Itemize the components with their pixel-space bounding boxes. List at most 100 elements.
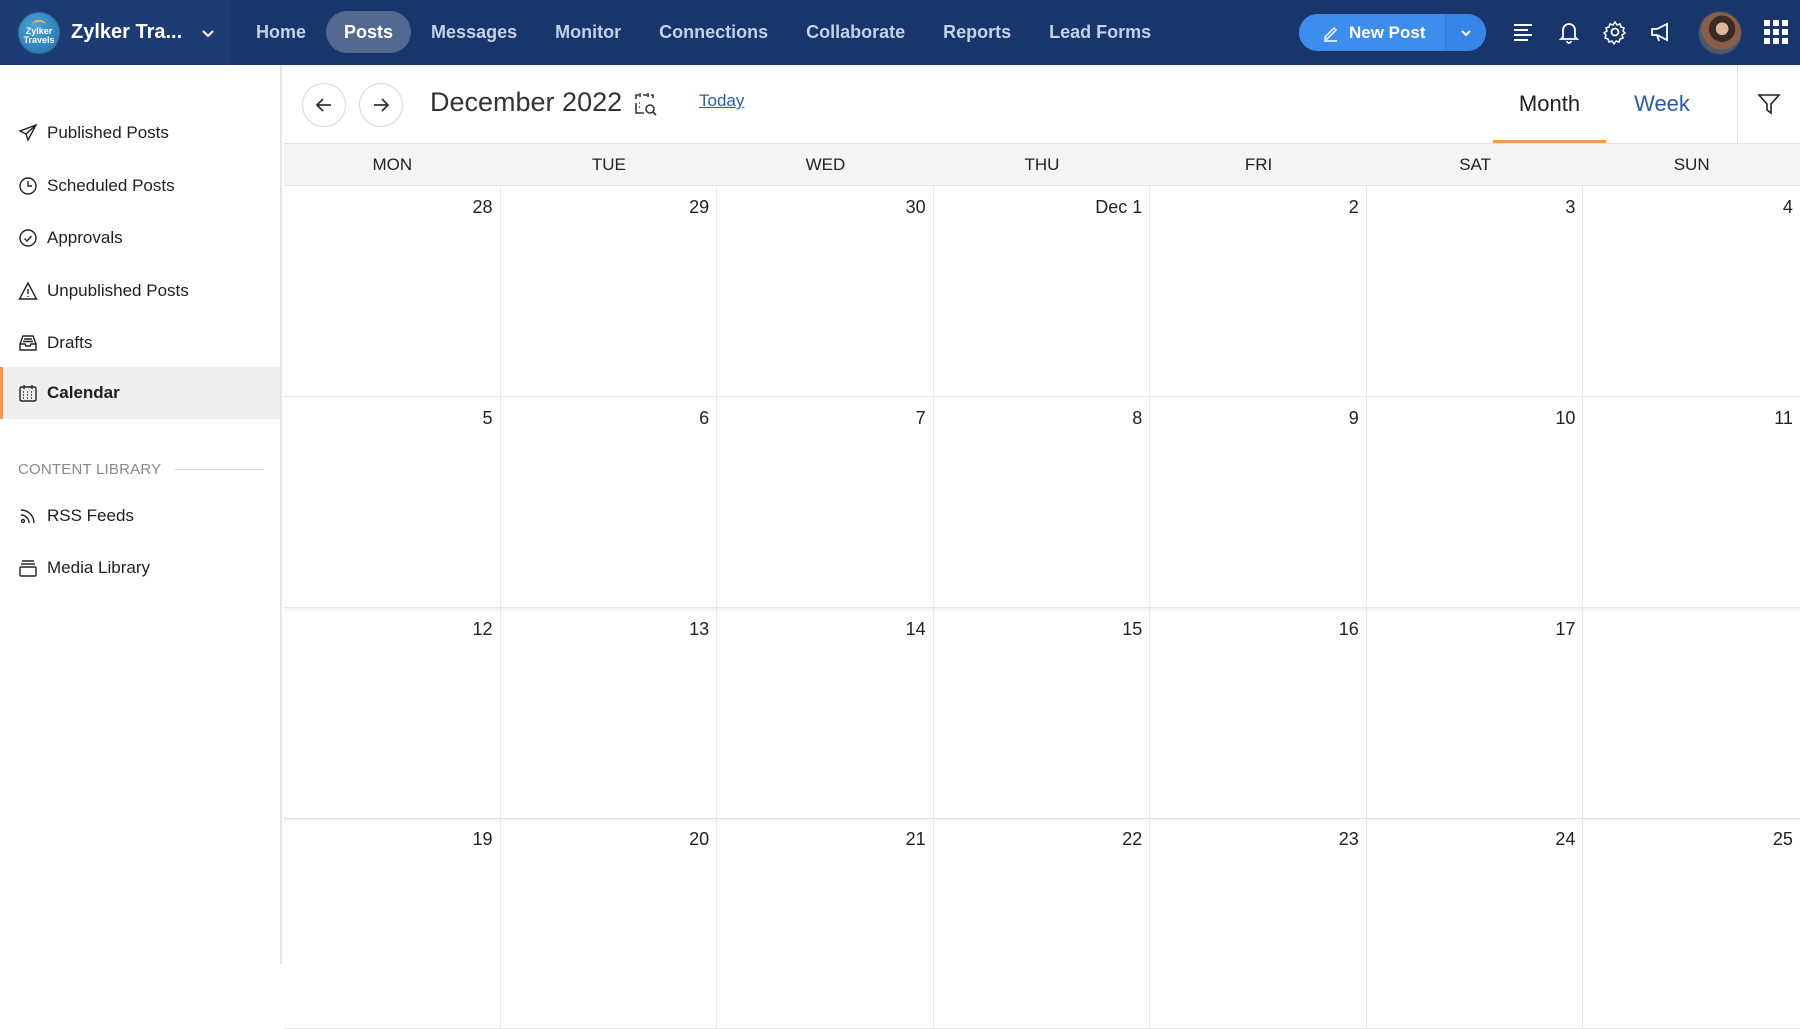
day-cell[interactable]: 4 (1583, 186, 1800, 396)
sidebar-item-label: Approvals (47, 228, 123, 247)
day-number: 5 (482, 408, 493, 428)
megaphone-icon[interactable] (1648, 19, 1674, 45)
day-cell[interactable]: 5 (284, 397, 501, 607)
day-cell[interactable]: 6 (501, 397, 718, 607)
user-avatar[interactable] (1698, 11, 1742, 55)
check-circle-icon (19, 229, 37, 247)
arrow-right-icon (374, 98, 390, 112)
week-row: 5 6 7 8 9 10 11 (284, 397, 1800, 608)
today-link[interactable]: Today (699, 91, 744, 111)
weekday-header: MON TUE WED THU FRI SAT SUN (284, 143, 1800, 186)
sidebar: Published Posts Scheduled Posts Approval… (0, 65, 282, 964)
day-cell[interactable]: 2 (1150, 186, 1367, 396)
day-cell[interactable]: 12 (284, 608, 501, 818)
day-cell[interactable]: 10 (1367, 397, 1584, 607)
new-post-button[interactable]: New Post (1299, 14, 1445, 51)
day-number: 14 (905, 619, 926, 639)
day-cell[interactable]: Dec 1 (934, 186, 1151, 396)
date-search-icon[interactable] (632, 91, 660, 119)
day-cell[interactable]: 23 (1150, 818, 1367, 1028)
nav-monitor[interactable]: Monitor (537, 11, 639, 53)
day-cell[interactable]: 14 (717, 608, 934, 818)
pencil-icon (1324, 26, 1338, 42)
day-number: 28 (472, 197, 493, 217)
day-cell[interactable]: 25 (1583, 818, 1800, 1028)
sidebar-item-label: Media Library (47, 558, 150, 577)
weekday-label: FRI (1244, 155, 1273, 174)
day-cell[interactable]: 20 (501, 818, 718, 1028)
day-cell[interactable]: 9 (1150, 397, 1367, 607)
nav-home[interactable]: Home (238, 11, 324, 53)
day-cell[interactable]: 3 (1367, 186, 1584, 396)
tab-month-view[interactable]: Month (1493, 65, 1606, 143)
sidebar-item-approvals[interactable]: Approvals (0, 212, 280, 264)
day-number: 2 (1348, 197, 1359, 217)
day-cell[interactable]: 19 (284, 818, 501, 1028)
weekday-label: WED (805, 155, 846, 174)
brand-logo: Zylker Travels (18, 11, 60, 54)
sidebar-item-media-library[interactable]: Media Library (0, 542, 280, 594)
sidebar-item-unpublished-posts[interactable]: Unpublished Posts (0, 265, 280, 317)
inbox-icon (19, 335, 37, 351)
day-cell[interactable]: 29 (501, 186, 718, 396)
day-number: 10 (1555, 408, 1576, 428)
day-cell[interactable] (1583, 608, 1800, 818)
nav-reports[interactable]: Reports (925, 11, 1029, 53)
day-cell[interactable]: 8 (934, 397, 1151, 607)
day-cell[interactable]: 24 (1367, 818, 1584, 1028)
day-number: 16 (1338, 619, 1359, 639)
day-number: 23 (1338, 829, 1359, 849)
sidebar-item-published-posts[interactable]: Published Posts (0, 107, 280, 159)
nav-posts[interactable]: Posts (326, 11, 412, 53)
day-number: 24 (1555, 829, 1576, 849)
day-cell[interactable]: 21 (717, 818, 934, 1028)
new-post-dropdown-button[interactable] (1444, 14, 1486, 51)
next-month-button[interactable] (359, 83, 403, 127)
day-cell[interactable]: 15 (934, 608, 1151, 818)
day-cell[interactable]: 22 (934, 818, 1151, 1028)
day-cell[interactable]: 11 (1583, 397, 1800, 607)
warning-icon (18, 281, 38, 300)
day-cell[interactable]: 7 (717, 397, 934, 607)
clock-icon (19, 177, 37, 195)
list-icon[interactable] (1510, 19, 1536, 45)
media-stack-icon (19, 560, 37, 577)
day-number: 13 (689, 619, 710, 639)
sidebar-item-drafts[interactable]: Drafts (0, 317, 280, 369)
day-cell[interactable]: 17 (1367, 608, 1584, 818)
day-cell[interactable]: 13 (501, 608, 718, 818)
main-nav: Home Posts Messages Monitor Connections … (238, 11, 1171, 53)
nav-connections[interactable]: Connections (641, 11, 786, 53)
nav-messages[interactable]: Messages (413, 11, 535, 53)
day-number: 3 (1565, 197, 1576, 217)
day-number: 20 (689, 829, 710, 849)
weekday-label: MON (372, 155, 413, 174)
nav-lead-forms[interactable]: Lead Forms (1031, 11, 1169, 53)
calendar-toolbar: December 2022 Today Month Week (284, 65, 1800, 143)
sidebar-item-scheduled-posts[interactable]: Scheduled Posts (0, 160, 280, 212)
org-switcher[interactable]: Zylker Travels Zylker Tra... (0, 0, 231, 65)
bell-icon[interactable] (1556, 19, 1582, 45)
chevron-down-icon (1460, 29, 1471, 36)
day-cell[interactable]: 30 (717, 186, 934, 396)
sidebar-item-calendar[interactable]: Calendar (0, 367, 280, 419)
logo-text: Travels (23, 35, 55, 45)
sidebar-item-rss-feeds[interactable]: RSS Feeds (0, 490, 280, 542)
tab-week-view[interactable]: Week (1606, 65, 1718, 143)
sidebar-item-label: RSS Feeds (47, 506, 134, 525)
day-number: 30 (905, 197, 926, 217)
day-number: 17 (1555, 619, 1576, 639)
calendar-month-title: December 2022 (430, 87, 623, 117)
calendar-month-grid: 28 29 30 Dec 1 2 3 4 5 6 7 8 9 10 11 12 … (284, 186, 1800, 1029)
filter-button[interactable] (1737, 65, 1800, 143)
gear-icon[interactable] (1602, 19, 1628, 45)
day-number: 9 (1348, 408, 1359, 428)
apps-grid-icon[interactable] (1764, 20, 1788, 44)
org-name: Zylker Tra... (71, 21, 183, 43)
previous-month-button[interactable] (302, 83, 346, 127)
nav-collaborate[interactable]: Collaborate (788, 11, 923, 53)
day-number: 19 (472, 829, 493, 849)
new-post-split-button: New Post (1299, 14, 1486, 51)
day-cell[interactable]: 16 (1150, 608, 1367, 818)
day-cell[interactable]: 28 (284, 186, 501, 396)
